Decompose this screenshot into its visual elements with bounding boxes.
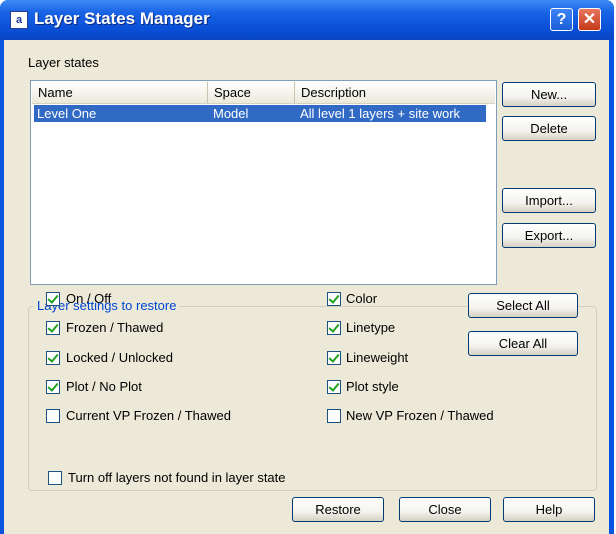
title-bar[interactable]: a Layer States Manager ? ✕ [0,0,614,40]
list-item[interactable]: Level One Model All level 1 layers + sit… [34,105,486,122]
row-name: Level One [37,106,97,121]
layer-states-label: Layer states [28,55,99,70]
frozen-thawed-checkbox[interactable] [46,321,60,335]
lineweight-label: Lineweight [346,350,409,365]
restore-button[interactable]: Restore [292,497,384,522]
current-vp-frozen-checkbox[interactable] [46,409,60,423]
locked-unlocked-checkbox[interactable] [46,351,60,365]
column-header-space[interactable]: Space [208,82,295,103]
row-description: All level 1 layers + site work [300,106,461,121]
layer-states-list[interactable]: Name Space Description Level One Model A… [30,80,497,285]
help-title-button[interactable]: ? [550,8,573,31]
color-label: Color [346,291,378,306]
locked-unlocked-label: Locked / Unlocked [66,350,173,365]
dialog-body: Layer states Name Space Description Leve… [4,40,609,534]
turn-off-layers-label: Turn off layers not found in layer state [68,470,286,485]
column-header-name[interactable]: Name [32,82,208,103]
close-button[interactable]: Close [399,497,491,522]
app-icon: a [10,11,28,29]
plot-style-checkbox[interactable] [327,380,341,394]
list-header: Name Space Description [32,82,495,104]
new-vp-frozen-checkbox[interactable] [327,409,341,423]
help-button[interactable]: Help [503,497,595,522]
plot-style-label: Plot style [346,379,399,394]
plot-no-plot-label: Plot / No Plot [66,379,142,394]
clear-all-button[interactable]: Clear All [468,331,578,356]
on-off-checkbox[interactable] [46,292,60,306]
plot-no-plot-checkbox[interactable] [46,380,60,394]
frozen-thawed-label: Frozen / Thawed [66,320,164,335]
turn-off-layers-checkbox[interactable] [48,471,62,485]
select-all-button[interactable]: Select All [468,293,578,318]
current-vp-frozen-label: Current VP Frozen / Thawed [66,408,231,423]
window-title: Layer States Manager [34,9,210,28]
delete-button[interactable]: Delete [502,116,596,141]
new-vp-frozen-label: New VP Frozen / Thawed [346,408,494,423]
linetype-checkbox[interactable] [327,321,341,335]
on-off-label: On / Off [66,291,112,306]
dialog-window: a Layer States Manager ? ✕ Layer states … [0,0,614,534]
new-button[interactable]: New... [502,82,596,107]
color-checkbox[interactable] [327,292,341,306]
row-space: Model [213,106,249,121]
import-button[interactable]: Import... [502,188,596,213]
lineweight-checkbox[interactable] [327,351,341,365]
close-title-button[interactable]: ✕ [578,8,601,31]
column-header-description[interactable]: Description [295,82,495,103]
export-button[interactable]: Export... [502,223,596,248]
linetype-label: Linetype [346,320,396,335]
